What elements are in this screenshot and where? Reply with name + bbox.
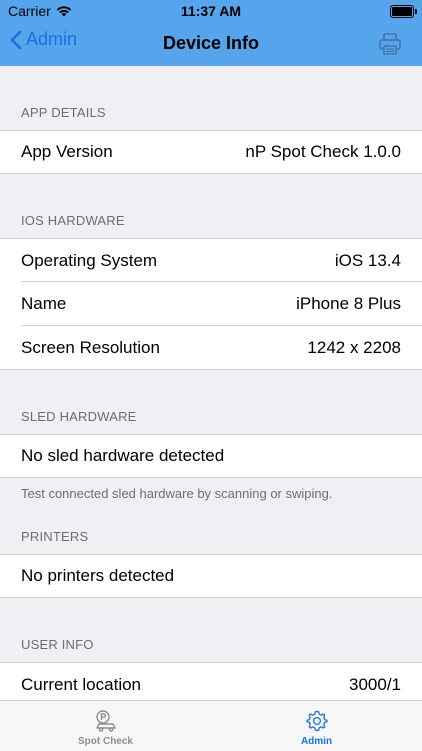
sled-status-text: No sled hardware detected	[21, 446, 225, 465]
row-value: 3000/1	[349, 674, 401, 694]
row-label: Name	[21, 294, 67, 313]
section-header-user-info: USER INFO	[21, 637, 94, 652]
sled-footer-note: Test connected sled hardware by scanning…	[21, 486, 333, 501]
row-value: iOS 13.4	[334, 250, 401, 270]
row-current-location: Current location 3000/1	[0, 662, 422, 700]
row-name: Name iPhone 8 Plus	[0, 282, 422, 326]
status-time: 11:37 AM	[180, 3, 242, 19]
tab-spot-check-label: Spot Check	[77, 736, 133, 747]
page-title: Device Info	[162, 33, 260, 53]
tab-admin[interactable]: Admin	[211, 701, 422, 751]
section-header-app-details: APP DETAILS	[21, 105, 106, 120]
row-sled-status[interactable]: No sled hardware detected	[0, 434, 422, 478]
tab-spot-check[interactable]: Spot Check	[0, 701, 211, 751]
section-header-printers: PRINTERS	[21, 529, 89, 544]
status-bar: Carrier 11:37 AM	[0, 0, 422, 22]
row-app-version: App Version nP Spot Check 1.0.0	[0, 130, 422, 174]
device-info-table[interactable]: APP DETAILS App Version nP Spot Check 1.…	[0, 66, 422, 700]
navigation-bar: Admin Device Info	[0, 22, 422, 66]
row-label: Screen Resolution	[21, 337, 160, 357]
gear-icon	[305, 710, 328, 732]
section-header-ios-hardware: IOS HARDWARE	[21, 213, 125, 228]
row-operating-system: Operating System iOS 13.4	[0, 238, 422, 282]
row-label: Operating System	[21, 250, 158, 270]
section-header-sled-hardware: SLED HARDWARE	[21, 409, 137, 424]
spot-check-icon	[95, 710, 116, 732]
row-value: 1242 x 2208	[307, 337, 401, 357]
tab-admin-label: Admin	[300, 736, 333, 747]
tab-bar: Spot Check Admin	[0, 700, 422, 751]
row-value: nP Spot Check 1.0.0	[245, 142, 401, 161]
row-value: iPhone 8 Plus	[296, 294, 401, 313]
battery-icon	[390, 5, 417, 18]
row-printers-status[interactable]: No printers detected	[0, 554, 422, 598]
row-screen-resolution: Screen Resolution 1242 x 2208	[0, 326, 422, 370]
top-bar: Carrier 11:37 AM Admin Device Info	[0, 0, 422, 66]
printers-status-text: No printers detected	[21, 566, 175, 585]
row-label: App Version	[21, 142, 113, 161]
printer-icon[interactable]	[378, 32, 402, 56]
row-label: Current location	[21, 674, 142, 694]
